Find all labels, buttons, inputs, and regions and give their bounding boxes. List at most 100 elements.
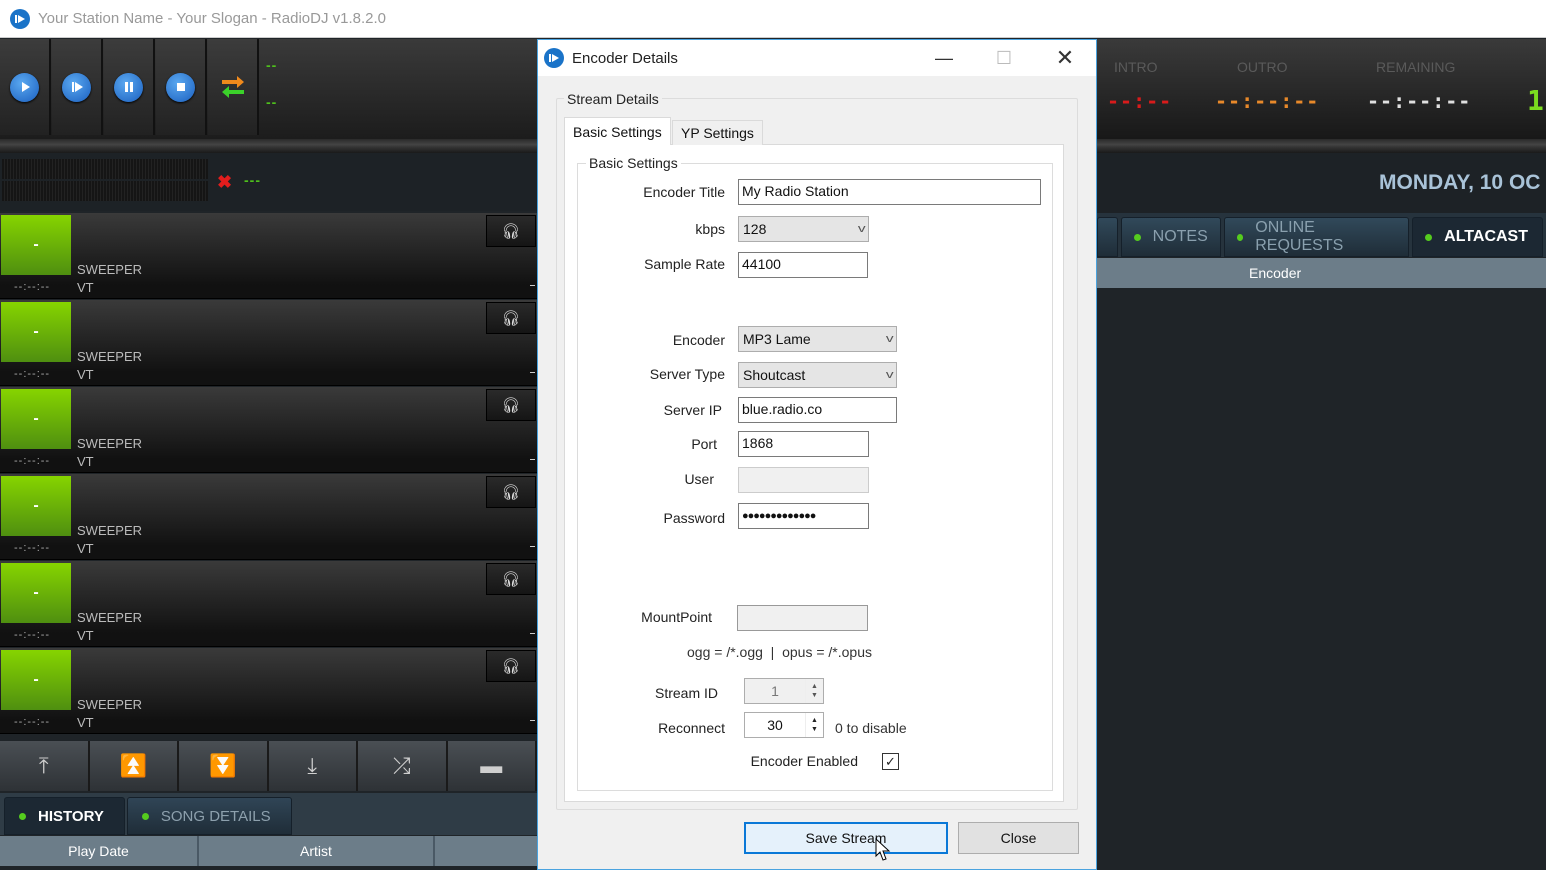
move-bottom-button[interactable]: ⤓ <box>268 741 358 791</box>
transport-panel: -- -- <box>0 39 537 139</box>
tab-label: HISTORY <box>38 807 104 825</box>
error-x-icon: ✖ <box>217 172 233 192</box>
status-dot-icon <box>19 812 26 820</box>
server-type-select[interactable]: Shoutcast v <box>738 362 897 388</box>
folder-button[interactable]: ▬ <box>447 741 537 791</box>
cart-play-button[interactable]: - <box>1 215 71 275</box>
play-button[interactable] <box>0 39 51 135</box>
spinner-arrows-icon[interactable]: ▲ ▼ <box>805 713 823 737</box>
stream-id-spinner[interactable]: 1 ▲ ▼ <box>744 678 824 704</box>
user-input[interactable] <box>738 467 869 493</box>
shuffle-button[interactable]: ⤮ <box>358 741 448 791</box>
meter-status: --- <box>244 172 261 188</box>
stream-id-value: 1 <box>771 683 779 699</box>
mountpoint-input[interactable] <box>737 605 868 631</box>
column-encoder[interactable]: Encoder <box>1249 265 1301 281</box>
auto-loop-button[interactable] <box>208 39 259 135</box>
date-text: MONDAY, 10 OC <box>1379 171 1541 194</box>
cart-subtype: VT <box>77 454 94 469</box>
password-input[interactable]: ●●●●●●●●●●●●● <box>738 503 869 529</box>
tab-song-details[interactable]: SONG DETAILS <box>126 797 292 835</box>
column-play-date[interactable]: Play Date <box>0 836 199 866</box>
maximize-button[interactable]: ☐ <box>974 40 1034 76</box>
mountpoint-hint: ogg = /*.ogg | opus = /*.opus <box>687 644 872 660</box>
tab-altacast[interactable]: ALTACAST <box>1412 217 1543 257</box>
maximize-icon: ☐ <box>995 47 1013 68</box>
tab-yp-settings[interactable]: YP Settings <box>672 120 763 145</box>
encoder-enabled-checkbox[interactable]: ✓ <box>882 753 899 770</box>
stop-button[interactable] <box>156 39 207 135</box>
cart-play-button[interactable]: - <box>1 563 71 623</box>
port-input[interactable]: 1868 <box>738 431 869 457</box>
cart-preview-button[interactable]: 🎧︎ <box>486 650 536 682</box>
dialog-titlebar: Encoder Details — ☐ ✕ <box>538 40 1096 76</box>
cart-subtype: VT <box>77 715 94 730</box>
move-up-button[interactable]: ⏫ <box>89 741 179 791</box>
cart-play-button[interactable]: - <box>1 389 71 449</box>
cart-subtype: VT <box>77 541 94 556</box>
separator <box>1097 139 1546 153</box>
cart-play-button[interactable]: - <box>1 476 71 536</box>
close-window-button[interactable]: ✕ <box>1035 40 1095 76</box>
altacast-table-header: Encoder <box>1097 258 1546 288</box>
readout-bottom: -- <box>266 94 278 110</box>
cart-play-button[interactable]: - <box>1 650 71 710</box>
right-tabs: NOTES ONLINE REQUESTS ALTACAST <box>1097 213 1546 257</box>
play-next-button[interactable] <box>52 39 103 135</box>
cart-type: SWEEPER <box>77 610 143 625</box>
cart-play-button[interactable]: - <box>1 302 71 362</box>
headphones-icon: 🎧︎ <box>501 310 521 327</box>
column-artist[interactable]: Artist <box>199 836 435 866</box>
reconnect-spinner[interactable]: 30 ▲ ▼ <box>744 712 824 738</box>
move-down-button[interactable]: ⏬ <box>179 741 269 791</box>
close-button[interactable]: Close <box>958 822 1079 854</box>
kbps-select[interactable]: 128 v <box>738 216 869 242</box>
tab-notes[interactable]: NOTES <box>1120 217 1221 257</box>
tab-hidden[interactable] <box>1097 217 1118 257</box>
status-dot-icon <box>1236 233 1244 241</box>
pause-button[interactable] <box>104 39 155 135</box>
encoder-title-label: Encoder Title <box>643 184 725 200</box>
cart-preview-button[interactable]: 🎧︎ <box>486 302 536 334</box>
cart-preview-button[interactable]: 🎧︎ <box>486 563 536 595</box>
cart-preview-button[interactable]: 🎧︎ <box>486 215 536 247</box>
spinner-arrows-icon[interactable]: ▲ ▼ <box>805 679 823 703</box>
tab-basic-settings[interactable]: Basic Settings <box>564 117 671 145</box>
encoder-details-dialog: Encoder Details — ☐ ✕ Stream Details Bas… <box>537 39 1097 870</box>
encoder-title-input[interactable]: My Radio Station <box>738 179 1041 205</box>
minimize-button[interactable]: — <box>914 40 974 76</box>
tab-history[interactable]: HISTORY <box>4 797 125 835</box>
headphones-icon: 🎧︎ <box>501 223 521 240</box>
encoder-select[interactable]: MP3 Lame v <box>738 326 897 352</box>
move-down-icon: ⏬ <box>209 753 237 778</box>
sample-rate-input[interactable]: 44100 <box>738 252 868 278</box>
column-extra[interactable] <box>435 836 537 866</box>
tab-online-requests[interactable]: ONLINE REQUESTS <box>1223 217 1410 257</box>
pause-icon <box>114 72 143 102</box>
move-top-button[interactable]: ⤒ <box>0 741 90 791</box>
kbps-value: 128 <box>743 221 767 237</box>
chevron-down-icon: v <box>857 223 866 235</box>
save-stream-button[interactable]: Save Stream <box>744 822 948 854</box>
mouse-cursor-icon <box>875 838 891 861</box>
basic-settings-group-label: Basic Settings <box>586 155 681 171</box>
shuffle-icon: ⤮ <box>392 753 411 778</box>
mountpoint-label: MountPoint <box>641 609 712 625</box>
cart-subtype: VT <box>77 628 94 643</box>
play-next-icon <box>62 72 91 102</box>
cart-subtype: VT <box>77 280 94 295</box>
server-ip-input[interactable]: blue.radio.co <box>738 397 897 423</box>
move-top-icon: ⤒ <box>38 753 49 778</box>
tab-label: ONLINE REQUESTS <box>1255 219 1344 254</box>
stream-id-label: Stream ID <box>654 685 718 701</box>
left-tabs: HISTORY SONG DETAILS <box>0 793 537 835</box>
cart-time: --:--:-- <box>14 455 51 467</box>
loop-icon <box>221 76 244 98</box>
checkmark-icon: ✓ <box>885 753 896 769</box>
tab-label: NOTES <box>1152 228 1208 245</box>
cart-preview-button[interactable]: 🎧︎ <box>486 476 536 508</box>
sample-rate-label: Sample Rate <box>644 256 725 272</box>
cart-preview-button[interactable]: 🎧︎ <box>486 389 536 421</box>
outro-label: OUTRO <box>1237 59 1288 75</box>
timers-panel: INTRO --:-- OUTRO --:--:-- REMAINING --:… <box>1097 39 1546 139</box>
